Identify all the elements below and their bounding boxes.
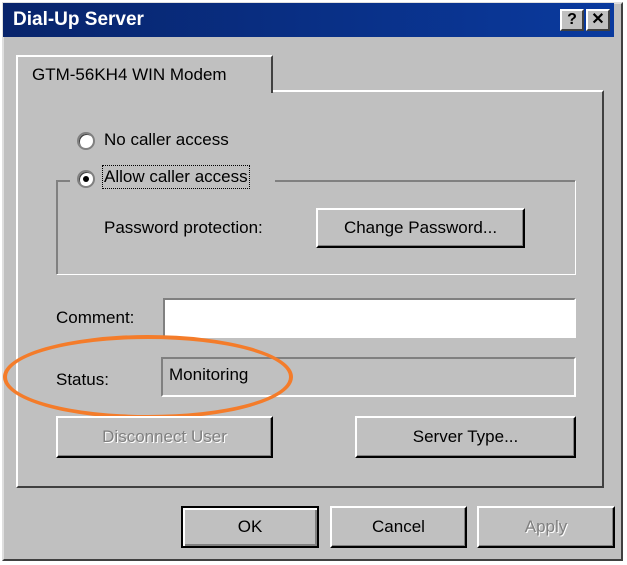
change-password-button[interactable]: Change Password... [316,208,525,248]
no-caller-access-label[interactable]: No caller access [104,130,229,150]
comment-label: Comment: [56,308,135,327]
allow-caller-access-label[interactable]: Allow caller access [102,165,250,189]
no-caller-access-radio[interactable] [77,132,95,150]
ok-button[interactable]: OK [181,506,319,548]
allow-caller-access-radio[interactable] [77,170,95,188]
disconnect-user-button[interactable]: Disconnect User [56,416,273,458]
password-protection-label: Password protection: [104,218,263,237]
tab-modem[interactable]: GTM-56KH4 WIN Modem [16,55,273,93]
tab-label: GTM-56KH4 WIN Modem [32,65,227,84]
close-button[interactable]: ✕ [586,9,610,31]
window-title: Dial-Up Server [13,9,144,30]
comment-input[interactable] [163,298,576,338]
server-type-button[interactable]: Server Type... [355,416,576,458]
highlight-ellipse [3,335,293,419]
apply-button[interactable]: Apply [477,506,615,548]
cancel-button[interactable]: Cancel [330,506,467,548]
title-bar[interactable]: Dial-Up Server ? ✕ [3,3,614,37]
help-button[interactable]: ? [560,9,584,31]
